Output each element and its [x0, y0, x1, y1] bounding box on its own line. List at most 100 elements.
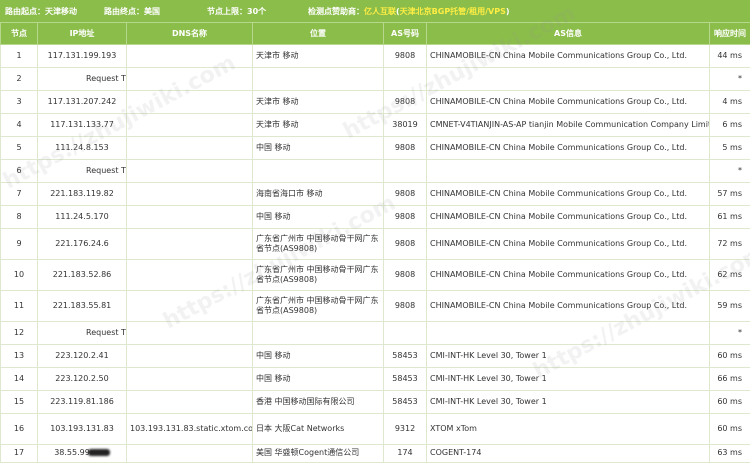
- dns-cell: [127, 45, 253, 68]
- response-time-cell: 61 ms: [710, 206, 750, 229]
- hop-cell: 11: [1, 291, 38, 322]
- sponsor-service-link[interactable]: 天津北京BGP托管/租用/VPS: [400, 6, 506, 17]
- location-cell: [253, 68, 384, 91]
- sponsor-info: 检测点赞助商：亿人互联 (天津北京BGP托管/租用/VPS): [308, 6, 510, 17]
- hop-cell: 10: [1, 260, 38, 291]
- location-cell: 天津市 移动: [253, 45, 384, 68]
- node-limit: 节点上限：30个: [207, 6, 308, 17]
- hop-cell: 16: [1, 414, 38, 445]
- header-response-time: 响应时间: [710, 23, 750, 45]
- as-number-cell: 9808: [384, 229, 427, 260]
- ip-cell: 103.193.131.83: [38, 414, 127, 445]
- dns-cell: [127, 229, 253, 260]
- dns-cell: [127, 291, 253, 322]
- as-info-cell: [427, 322, 710, 345]
- as-info-cell: COGENT-174: [427, 445, 710, 463]
- dns-cell: [127, 68, 253, 91]
- as-number-cell: 9808: [384, 137, 427, 160]
- table-row: 6Request TimeOut *: [1, 160, 750, 183]
- ip-cell: Request TimeOut: [38, 322, 127, 345]
- header-ip: IP地址: [38, 23, 127, 45]
- location-cell: [253, 322, 384, 345]
- hop-cell: 1: [1, 45, 38, 68]
- table-row: 1117.131.199.193天津市 移动9808CHINAMOBILE-CN…: [1, 45, 750, 68]
- ip-cell: 117.131.199.193: [38, 45, 127, 68]
- table-row: 10221.183.52.86 广东省广州市 中国移动骨干网广东省节点(AS980…: [1, 260, 750, 291]
- hop-cell: 2: [1, 68, 38, 91]
- table-row: 11221.183.55.81广东省广州市 中国移动骨干网广东省节点(AS980…: [1, 291, 750, 322]
- table-row: 9221.176.24.6广东省广州市 中国移动骨干网广东省节点(AS9808)…: [1, 229, 750, 260]
- hop-cell: 15: [1, 391, 38, 414]
- as-number-cell: 9808: [384, 183, 427, 206]
- route-start: 路由起点：天津移动: [5, 6, 104, 17]
- response-time-cell: 57 ms: [710, 183, 750, 206]
- table-row: 16103.193.131.83103.193.131.83.static.xt…: [1, 414, 750, 445]
- as-number-cell: 58453: [384, 391, 427, 414]
- location-cell: 中国 移动: [253, 137, 384, 160]
- as-number-cell: 9808: [384, 260, 427, 291]
- location-cell: 广东省广州市 中国移动骨干网广东省节点(AS9808): [253, 260, 384, 291]
- hop-cell: 4: [1, 114, 38, 137]
- as-number-cell: [384, 68, 427, 91]
- dns-cell: [127, 391, 253, 414]
- as-info-cell: CMI-INT-HK Level 30, Tower 1: [427, 368, 710, 391]
- ip-cell: 221.176.24.6: [38, 229, 127, 260]
- ip-cell: 111.24.8.153: [38, 137, 127, 160]
- response-time-cell: 4 ms: [710, 91, 750, 114]
- response-time-cell: 60 ms: [710, 391, 750, 414]
- as-info-cell: [427, 160, 710, 183]
- response-time-cell: 6 ms: [710, 114, 750, 137]
- as-info-cell: CMNET-V4TIANJIN-AS-AP tianjin Mobile Com…: [427, 114, 710, 137]
- location-cell: 天津市 移动: [253, 91, 384, 114]
- dns-cell: [127, 183, 253, 206]
- table-row: 7221.183.119.82海南省海口市 移动9808CHINAMOBILE-…: [1, 183, 750, 206]
- as-info-cell: XTOM xTom: [427, 414, 710, 445]
- ip-cell: Request TimeOut: [38, 68, 127, 91]
- route-end: 路由终点：美国: [104, 6, 207, 17]
- table-header-row: 节点 IP地址 DNS名称 位置 AS号码 AS信息 响应时间: [1, 23, 750, 45]
- response-time-cell: *: [710, 322, 750, 345]
- table-row: 13223.120.2.41中国 移动58453CMI-INT-HK Level…: [1, 345, 750, 368]
- location-cell: 美国 华盛顿Cogent通信公司: [253, 445, 384, 463]
- hop-cell: 6: [1, 160, 38, 183]
- sponsor-link[interactable]: 亿人互联: [364, 6, 396, 17]
- table-row: 5111.24.8.153中国 移动9808CHINAMOBILE-CN Chi…: [1, 137, 750, 160]
- ip-cell: 117.131.133.77: [38, 114, 127, 137]
- response-time-cell: 63 ms: [710, 445, 750, 463]
- location-cell: 天津市 移动: [253, 114, 384, 137]
- hop-cell: 14: [1, 368, 38, 391]
- response-time-cell: 60 ms: [710, 414, 750, 445]
- as-number-cell: 9808: [384, 45, 427, 68]
- ip-cell: 111.24.5.170: [38, 206, 127, 229]
- ip-cell: Request TimeOut: [38, 160, 127, 183]
- as-number-cell: 38019: [384, 114, 427, 137]
- dns-cell: [127, 322, 253, 345]
- as-info-cell: CHINAMOBILE-CN China Mobile Communicatio…: [427, 260, 710, 291]
- table-row: 8111.24.5.170中国 移动9808CHINAMOBILE-CN Chi…: [1, 206, 750, 229]
- location-cell: [253, 160, 384, 183]
- hop-cell: 9: [1, 229, 38, 260]
- response-time-cell: 66 ms: [710, 368, 750, 391]
- as-number-cell: [384, 160, 427, 183]
- response-time-cell: *: [710, 160, 750, 183]
- hop-cell: 12: [1, 322, 38, 345]
- ip-cell: 221.183.119.82: [38, 183, 127, 206]
- ip-cell: 223.120.2.50: [38, 368, 127, 391]
- table-row: 3117.131.207.242天津市 移动9808CHINAMOBILE-CN…: [1, 91, 750, 114]
- ip-cell: 221.183.52.86: [38, 260, 127, 291]
- response-time-cell: 44 ms: [710, 45, 750, 68]
- dns-cell: [127, 137, 253, 160]
- dns-cell: 103.193.131.83.static.xtom.com: [127, 414, 253, 445]
- location-cell: 中国 移动: [253, 206, 384, 229]
- hop-cell: 8: [1, 206, 38, 229]
- as-number-cell: [384, 322, 427, 345]
- dns-cell: [127, 345, 253, 368]
- response-time-cell: 59 ms: [710, 291, 750, 322]
- as-info-cell: [427, 68, 710, 91]
- dns-cell: [127, 445, 253, 463]
- hop-cell: 13: [1, 345, 38, 368]
- hop-cell: 7: [1, 183, 38, 206]
- header-as-number: AS号码: [384, 23, 427, 45]
- dns-cell: [127, 260, 253, 291]
- hop-cell: 3: [1, 91, 38, 114]
